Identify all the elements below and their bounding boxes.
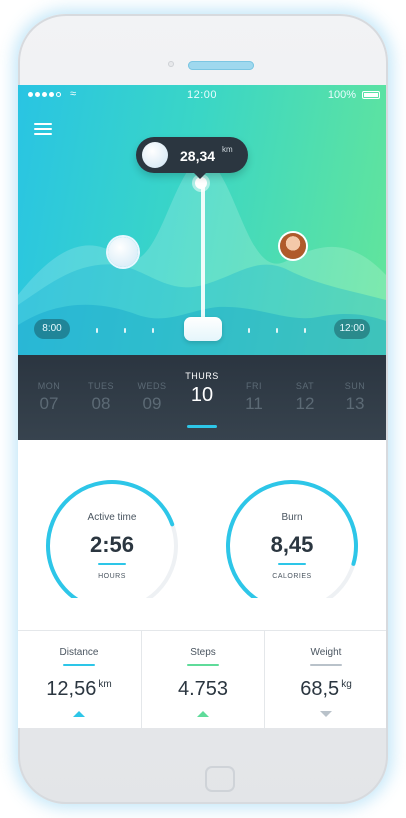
day-item[interactable]: MON 07 <box>26 381 72 414</box>
day-item[interactable]: FRI 11 <box>231 381 277 414</box>
battery-icon <box>362 91 380 99</box>
trend-up-icon <box>197 711 209 717</box>
stat-label: Steps <box>190 647 216 658</box>
stat-unit: kg <box>341 679 352 690</box>
tooltip-value: 28,34 <box>180 148 216 164</box>
value-tooltip: 28,34 km <box>136 137 248 179</box>
day-name: WEDS <box>137 381 167 391</box>
timeline-tick <box>304 328 306 333</box>
timeline-tick <box>96 328 98 333</box>
ring-title: Burn <box>281 512 303 523</box>
burn-ring[interactable]: Burn 8,45 CALORIES <box>222 478 362 598</box>
day-name: THURS <box>185 371 219 381</box>
ring-divider <box>98 563 126 565</box>
stat-label: Distance <box>59 647 99 658</box>
stat-value: 4.753 <box>177 678 229 700</box>
stat-value: 12,56 km <box>46 678 112 700</box>
day-number: 09 <box>142 394 162 413</box>
stat-accent-line <box>187 664 219 666</box>
ring-unit: HOURS <box>98 573 126 580</box>
friend-avatar-right[interactable] <box>280 233 306 259</box>
activity-chart: ≈ 12:00 100% 28,34 km 8:00 12:00 <box>18 85 386 355</box>
ring-value: 2:56 <box>89 532 135 557</box>
timeline-tick <box>276 328 278 333</box>
range-start-label: 8:00 <box>34 319 70 339</box>
day-name: MON <box>37 381 61 391</box>
home-button[interactable] <box>205 766 235 792</box>
active-day-indicator <box>187 425 217 428</box>
status-bar: ≈ 12:00 100% <box>18 85 386 105</box>
stat-unit: km <box>98 679 112 690</box>
day-name: FRI <box>246 381 262 391</box>
friend-avatar-left[interactable] <box>108 237 138 267</box>
summary-rings: Active time 2:56 HOURS Burn 8,45 CALORIE… <box>18 440 386 630</box>
day-number: 10 <box>190 384 214 406</box>
stat-accent-line <box>310 664 342 666</box>
speaker-grille <box>188 61 254 70</box>
stat-value: 68,5 kg <box>300 678 352 700</box>
range-end-label: 12:00 <box>334 319 370 339</box>
timeline-tick <box>248 328 250 333</box>
ring-value: 8,45 <box>270 532 314 557</box>
ring-divider <box>278 563 306 565</box>
stat-label: Weight <box>310 647 342 658</box>
chart-cursor-line <box>201 181 205 319</box>
day-item[interactable]: WEDS 09 <box>129 381 175 414</box>
day-name: TUES <box>87 381 114 391</box>
trend-down-icon <box>320 711 332 717</box>
user-avatar <box>142 142 168 168</box>
stat-accent-line <box>63 664 95 666</box>
day-name: SUN <box>344 381 366 391</box>
trend-up-icon <box>73 711 85 717</box>
hamburger-menu-icon[interactable] <box>34 123 52 135</box>
stats-row: Distance 12,56 km Steps 4.753 Weight 68,5… <box>18 630 386 728</box>
active-time-ring[interactable]: Active time 2:56 HOURS <box>42 478 182 598</box>
app-screen: ≈ 12:00 100% 28,34 km 8:00 12:00 MON 07 <box>18 85 386 728</box>
camera-icon <box>168 61 174 67</box>
ring-title: Active time <box>87 512 137 523</box>
day-item[interactable]: SAT 12 <box>282 381 328 414</box>
day-item[interactable]: TUES 08 <box>78 381 124 414</box>
ring-unit: CALORIES <box>272 573 312 580</box>
timeline-slider-handle[interactable] <box>184 317 222 341</box>
day-item[interactable]: SUN 13 <box>332 381 378 414</box>
day-name: SAT <box>295 381 315 391</box>
day-number: 08 <box>91 394 111 413</box>
tooltip-unit: km <box>222 145 233 154</box>
battery-percent: 100% <box>327 89 356 101</box>
day-number: 13 <box>345 394 365 413</box>
timeline-tick <box>152 328 154 333</box>
day-number: 07 <box>39 394 59 413</box>
day-number: 11 <box>245 394 263 413</box>
day-item-active[interactable]: THURS 10 <box>179 371 225 407</box>
day-number: 12 <box>295 394 315 413</box>
steps-stat[interactable]: Steps 4.753 <box>141 631 264 728</box>
distance-stat[interactable]: Distance 12,56 km <box>18 631 140 728</box>
timeline-tick <box>124 328 126 333</box>
day-selector: MON 07 TUES 08 WEDS 09 THURS 10 FRI 11 S… <box>18 355 386 440</box>
weight-stat[interactable]: Weight 68,5 kg <box>264 631 386 728</box>
